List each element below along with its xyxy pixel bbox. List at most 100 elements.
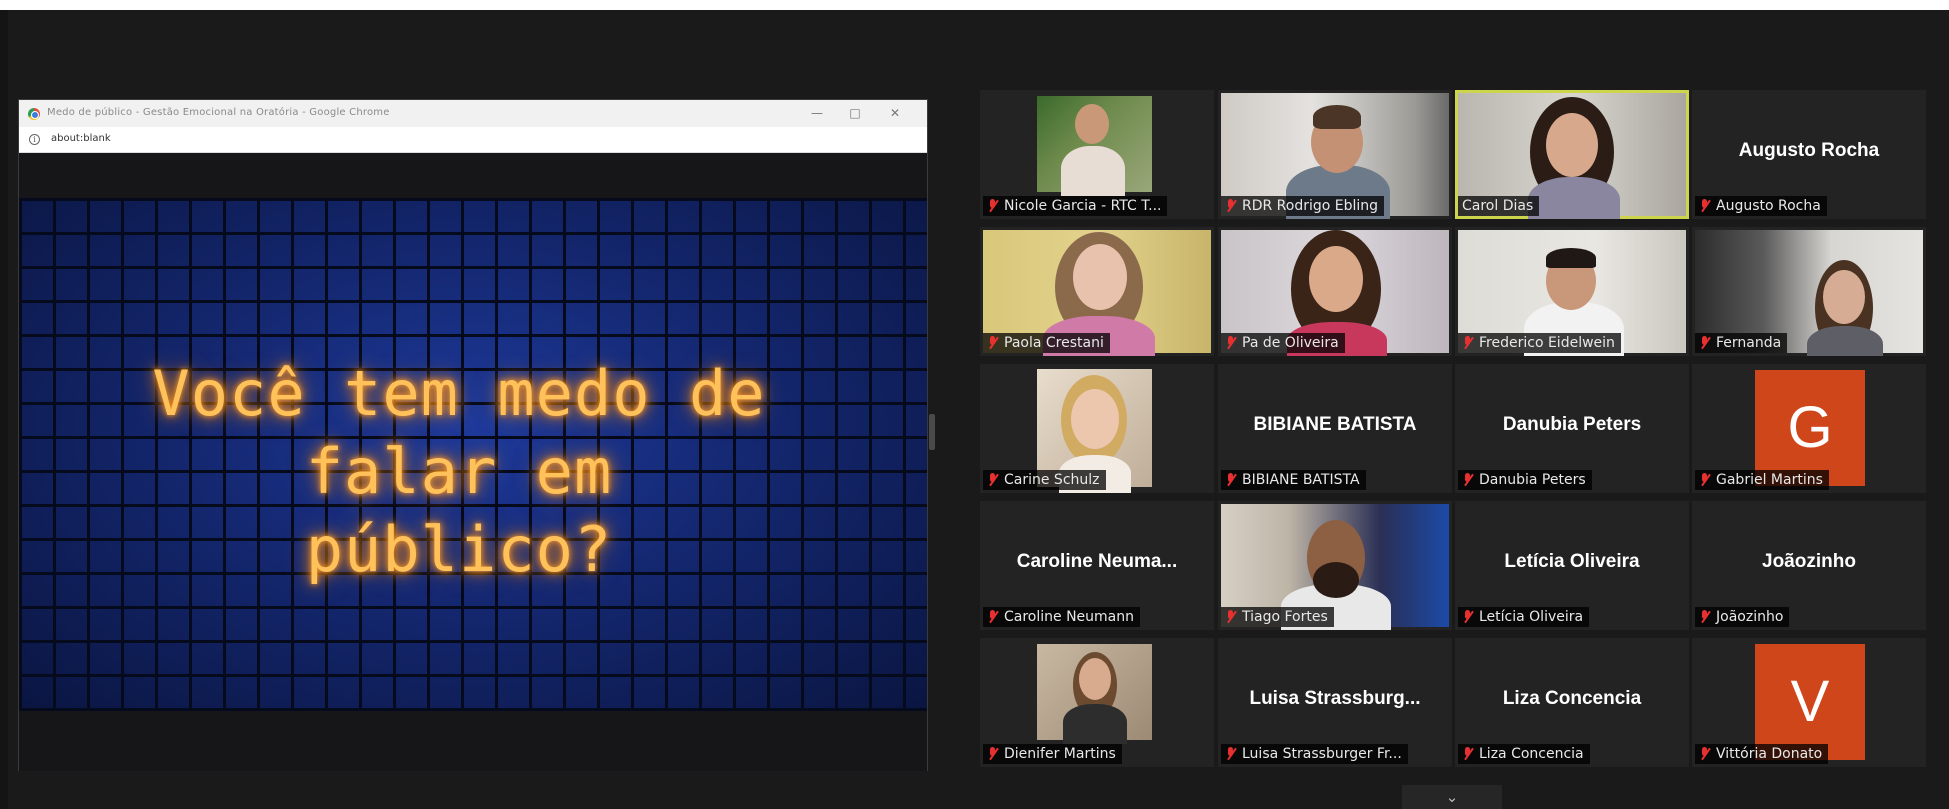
participant-display-name: Liza Concencia bbox=[1502, 688, 1642, 709]
participant-name-label: Luisa Strassburger Fr... bbox=[1221, 744, 1408, 764]
participant-face bbox=[1071, 389, 1119, 449]
participant-tile[interactable]: Tiago Fortes bbox=[1218, 501, 1452, 630]
mic-muted-icon bbox=[1225, 473, 1236, 487]
participant-tile[interactable]: Fernanda bbox=[1692, 227, 1926, 356]
participant-name-label: RDR Rodrigo Ebling bbox=[1221, 196, 1385, 216]
mic-muted-icon bbox=[1225, 610, 1236, 624]
mic-muted-icon bbox=[1225, 747, 1236, 761]
participant-name-label: Liza Concencia bbox=[1458, 744, 1590, 764]
participant-tile[interactable]: Dienifer Martins bbox=[980, 638, 1214, 767]
mic-muted-icon bbox=[1225, 199, 1236, 213]
split-view-handle[interactable] bbox=[929, 414, 935, 450]
participant-video bbox=[1037, 644, 1152, 744]
participant-tile[interactable]: Letícia Oliveira Letícia Oliveira bbox=[1455, 501, 1689, 630]
participant-display-name: Danubia Peters bbox=[1502, 414, 1642, 435]
participant-tile[interactable]: Danubia Peters Danubia Peters bbox=[1455, 364, 1689, 493]
browser-window-title: Medo de público - Gestão Emocional na Or… bbox=[47, 107, 390, 118]
participant-name-label: Pa de Oliveira bbox=[1221, 333, 1345, 353]
participant-tile[interactable]: Paola Crestani bbox=[980, 227, 1214, 356]
participant-tile[interactable]: Nicole Garcia - RTC T... bbox=[980, 90, 1214, 219]
info-icon: i bbox=[29, 134, 40, 145]
mic-muted-icon bbox=[987, 473, 998, 487]
slide-headline-line-2: falar em público? bbox=[305, 435, 613, 586]
participant-name-label: Paola Crestani bbox=[983, 333, 1110, 353]
participant-tile[interactable]: Liza Concencia Liza Concencia bbox=[1455, 638, 1689, 767]
participant-shirt bbox=[1528, 177, 1620, 219]
mic-muted-icon bbox=[987, 336, 998, 350]
mic-muted-icon bbox=[1699, 610, 1710, 624]
participant-name-label: Tiago Fortes bbox=[1221, 607, 1334, 627]
participant-face bbox=[1546, 113, 1598, 177]
maximize-icon[interactable]: □ bbox=[845, 104, 865, 122]
participant-name-label: Gabriel Martins bbox=[1695, 470, 1829, 490]
participant-tile[interactable]: RDR Rodrigo Ebling bbox=[1218, 90, 1452, 219]
participant-face bbox=[1075, 104, 1109, 144]
meeting-window: Medo de público - Gestão Emocional na Or… bbox=[8, 10, 1949, 809]
mic-muted-icon bbox=[1462, 336, 1473, 350]
shared-screen: Medo de público - Gestão Emocional na Or… bbox=[18, 99, 928, 771]
participant-name-label: Frederico Eidelwein bbox=[1458, 333, 1621, 353]
close-icon[interactable]: ✕ bbox=[885, 104, 905, 122]
mic-muted-icon bbox=[1462, 747, 1473, 761]
mic-muted-icon bbox=[1699, 336, 1710, 350]
mic-muted-icon bbox=[1462, 610, 1473, 624]
participant-name-label: Carine Schulz bbox=[983, 470, 1106, 490]
slide-top-band bbox=[19, 153, 927, 198]
participant-shirt bbox=[1807, 326, 1883, 356]
participant-shirt bbox=[1063, 704, 1127, 744]
mic-muted-icon bbox=[987, 199, 998, 213]
participant-name-label: Augusto Rocha bbox=[1695, 196, 1827, 216]
participant-tile[interactable]: G Gabriel Martins bbox=[1692, 364, 1926, 493]
participant-face bbox=[1823, 270, 1865, 324]
participant-tile[interactable]: Pa de Oliveira bbox=[1218, 227, 1452, 356]
participant-tile[interactable]: Augusto Rocha Augusto Rocha bbox=[1692, 90, 1926, 219]
chrome-icon bbox=[28, 108, 40, 120]
chevron-down-icon: ⌄ bbox=[1445, 788, 1459, 806]
participant-name-label: Fernanda bbox=[1695, 333, 1788, 353]
participant-name-label: Carol Dias bbox=[1458, 196, 1540, 216]
participant-name-label: Dienifer Martins bbox=[983, 744, 1122, 764]
participant-video bbox=[1037, 96, 1152, 196]
mic-muted-icon bbox=[1225, 336, 1236, 350]
participant-name-label: Vittória Donato bbox=[1695, 744, 1829, 764]
participant-tile[interactable]: Carine Schulz bbox=[980, 364, 1214, 493]
participant-tile-active-speaker[interactable]: Carol Dias bbox=[1455, 90, 1689, 219]
browser-title-bar: Medo de público - Gestão Emocional na Or… bbox=[19, 100, 927, 127]
participant-avatar: G bbox=[1755, 370, 1865, 486]
mic-muted-icon bbox=[1699, 747, 1710, 761]
participant-tile[interactable]: BIBIANE BATISTA BIBIANE BATISTA bbox=[1218, 364, 1452, 493]
participant-name-label: Joãozinho bbox=[1695, 607, 1790, 627]
participant-display-name: Letícia Oliveira bbox=[1504, 551, 1640, 572]
mic-muted-icon bbox=[1699, 473, 1710, 487]
slide-headline-line-1: Você tem medo de bbox=[152, 357, 766, 430]
participant-face bbox=[1073, 244, 1127, 310]
mic-muted-icon bbox=[1699, 199, 1710, 213]
mic-muted-icon bbox=[1462, 473, 1473, 487]
participant-avatar: V bbox=[1755, 644, 1865, 760]
participant-name-label: Caroline Neumann bbox=[983, 607, 1141, 627]
participant-name-label: Letícia Oliveira bbox=[1458, 607, 1590, 627]
participant-name-label: BIBIANE BATISTA bbox=[1221, 470, 1366, 490]
address-bar[interactable]: i about:blank bbox=[19, 127, 927, 153]
participant-shirt bbox=[1061, 146, 1125, 196]
participant-tile[interactable]: Luisa Strassburg... Luisa Strassburger F… bbox=[1218, 638, 1452, 767]
participant-display-name: BIBIANE BATISTA bbox=[1253, 414, 1417, 435]
participant-tile[interactable]: Joãozinho Joãozinho bbox=[1692, 501, 1926, 630]
participant-hair bbox=[1313, 105, 1361, 129]
participant-name-label: Danubia Peters bbox=[1458, 470, 1592, 490]
participant-face bbox=[1079, 658, 1111, 700]
mic-muted-icon bbox=[987, 747, 998, 761]
slide-bottom-band bbox=[19, 711, 927, 771]
participant-face bbox=[1309, 246, 1363, 312]
participant-tile[interactable]: Frederico Eidelwein bbox=[1455, 227, 1689, 356]
participant-hair bbox=[1546, 248, 1596, 268]
top-strip bbox=[0, 0, 1949, 10]
address-url[interactable]: about:blank bbox=[51, 133, 111, 144]
participant-beard bbox=[1313, 562, 1359, 598]
minimize-icon[interactable]: — bbox=[807, 104, 827, 122]
participant-display-name: Joãozinho bbox=[1762, 551, 1856, 572]
participant-tile[interactable]: V Vittória Donato bbox=[1692, 638, 1926, 767]
participant-display-name: Luisa Strassburg... bbox=[1249, 688, 1421, 709]
participant-tile[interactable]: Caroline Neuma... Caroline Neumann bbox=[980, 501, 1214, 630]
collapse-gallery-button[interactable]: ⌄ bbox=[1402, 785, 1502, 809]
